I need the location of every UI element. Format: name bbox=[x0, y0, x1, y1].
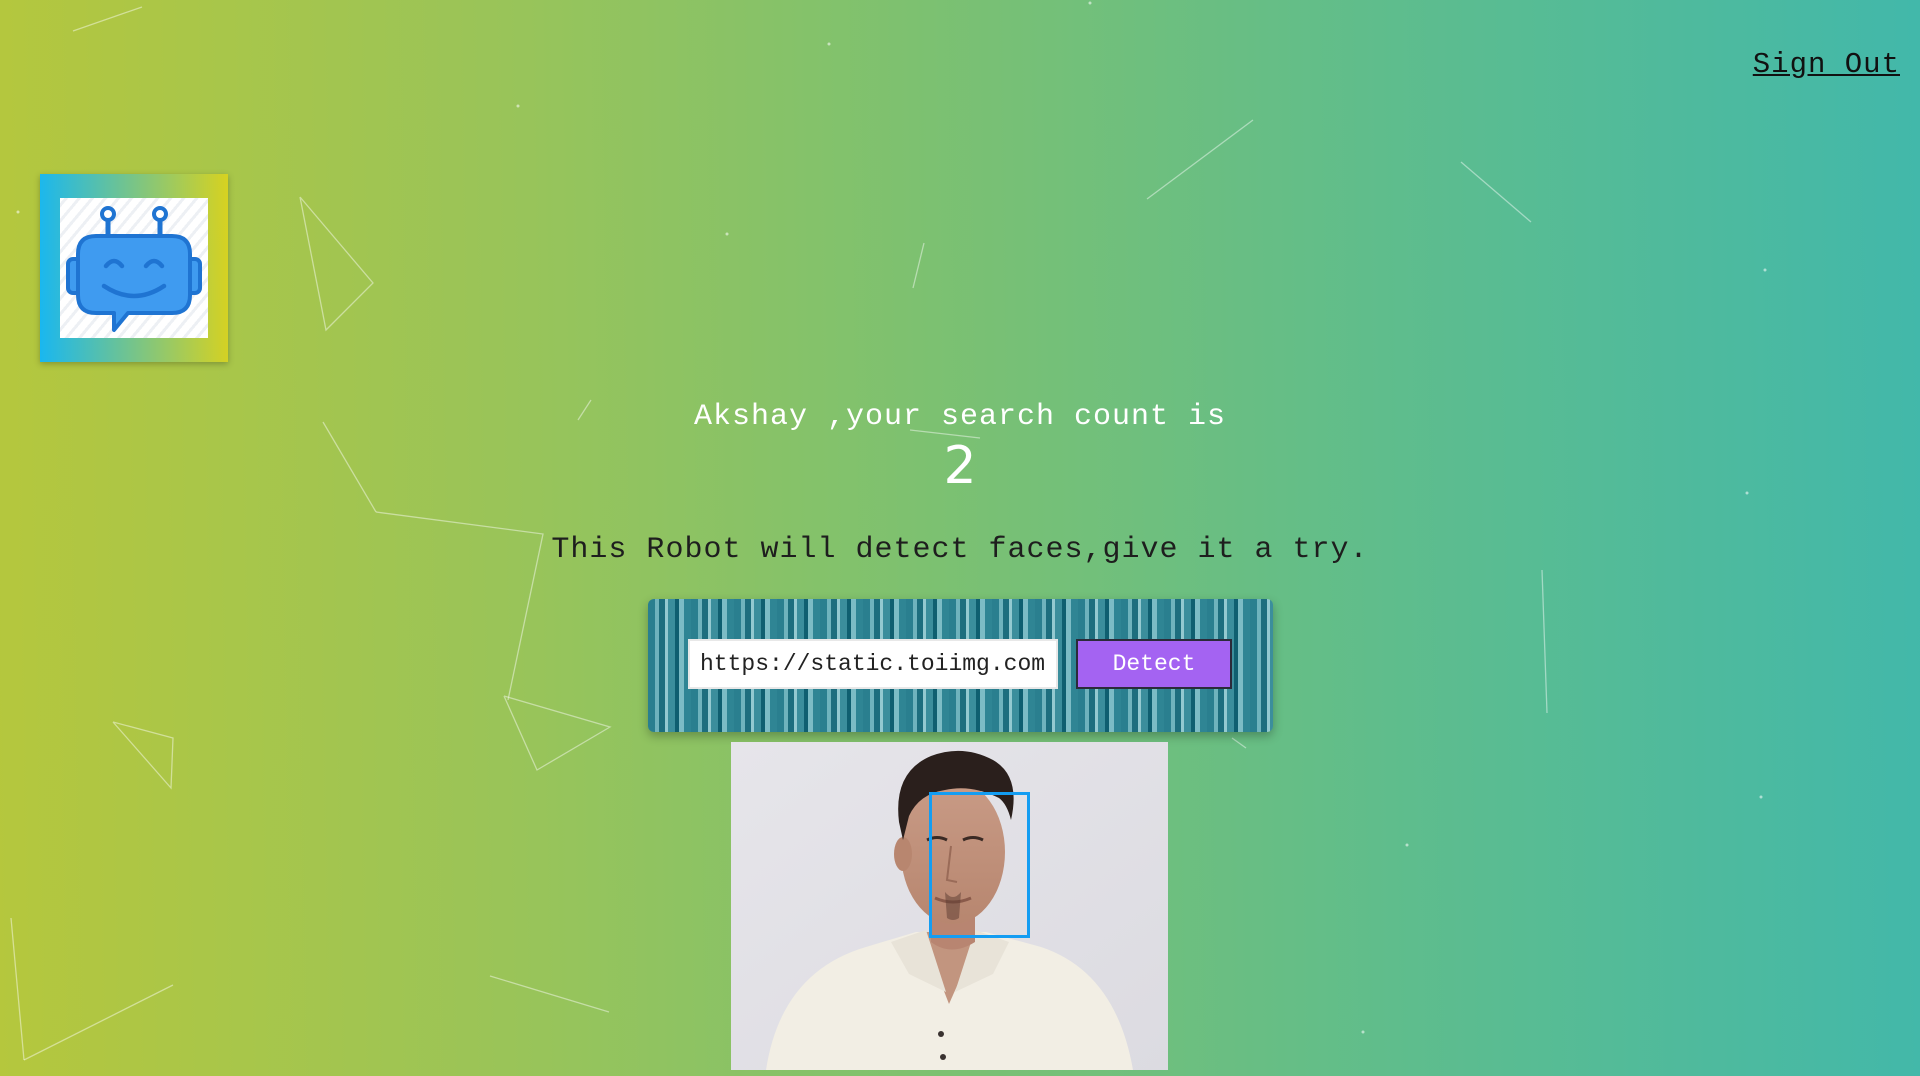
robot-chat-icon bbox=[66, 206, 202, 332]
logo-image bbox=[60, 198, 208, 338]
face-bounding-box bbox=[929, 792, 1030, 938]
search-count: 2 bbox=[943, 436, 977, 496]
logo bbox=[40, 174, 228, 362]
sign-out-link[interactable]: Sign Out bbox=[1753, 48, 1900, 81]
image-url-input[interactable] bbox=[688, 639, 1058, 689]
detect-button[interactable]: Detect bbox=[1076, 639, 1232, 689]
result-image bbox=[731, 742, 1168, 1070]
tagline-text: This Robot will detect faces,give it a t… bbox=[551, 533, 1369, 567]
image-url-form: Detect bbox=[648, 599, 1273, 732]
greeting-text: Akshay ,your search count is bbox=[693, 400, 1227, 434]
